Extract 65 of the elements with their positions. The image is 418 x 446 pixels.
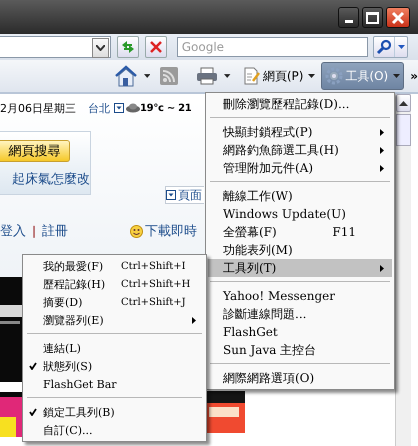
scroll-thumb[interactable] [396,114,411,146]
close-button[interactable] [386,7,410,28]
temperature-text: 19°c ~ 21 [140,102,192,114]
scrollbar[interactable] [395,94,411,446]
login-link[interactable]: 登入 [0,222,26,240]
close-icon [391,10,405,24]
caret-icon[interactable] [224,74,231,78]
page-menu-button[interactable]: 網頁(P) [238,62,320,90]
chevron-icon [96,45,106,51]
search-icon [376,39,392,55]
caret-icon [393,74,400,78]
menu-item[interactable]: 瀏覽器列(E) [25,311,204,329]
menu-item[interactable]: Windows Update(U) [208,205,392,223]
dropdown-button[interactable] [92,38,110,58]
menu-item[interactable]: 自訂(C)... [25,421,204,439]
up-arrow-icon[interactable] [399,100,408,106]
home-icon[interactable] [114,65,138,87]
menu-item[interactable]: 網際網路選項(O) [208,369,392,387]
refresh-button[interactable] [117,36,140,58]
register-link[interactable]: 註冊 [42,222,68,240]
menu-item[interactable]: 工具列(T) [208,259,392,277]
menu-item[interactable]: 歷程記錄(H) Ctrl+Shift+H [25,275,204,293]
web-search-button[interactable]: 網頁搜尋 [0,140,70,162]
page-dropdown-label: 頁面 [178,186,202,204]
dropdown-icon [166,190,176,200]
separator-text: | [32,224,36,238]
menu-item[interactable]: 我的最愛(F) Ctrl+Shift+I [25,257,204,275]
arrows-icon [120,40,136,54]
more-tools-button[interactable]: » [410,69,418,83]
menu-item[interactable]: Yahoo! Messenger [208,287,392,305]
menu-item[interactable]: 全螢幕(F) F11 [208,223,392,241]
page-dropdown[interactable]: 頁面 [165,186,204,204]
menu-item[interactable]: 快顯封鎖程式(P) [208,123,392,141]
menu-item[interactable]: 功能表列(M) [208,241,392,259]
menu-item[interactable]: FlashGet Bar [25,375,204,393]
menu-item[interactable]: 鎖定工具列(B) [25,403,204,421]
search-button[interactable] [373,36,408,58]
cloud-icon [126,103,140,113]
dropdown-icon[interactable] [114,103,124,113]
smiley-icon [130,224,144,238]
close-icon [150,41,162,53]
printer-icon[interactable] [196,67,218,85]
menu-item[interactable]: 刪除瀏覽歷程記錄(D)... [208,95,392,113]
stop-button[interactable] [145,36,167,58]
suggestion-link[interactable]: 起床氣怎麼改 [12,170,90,188]
minimize-button[interactable] [338,7,359,28]
menu-item[interactable]: 摘要(D) Ctrl+Shift+J [25,293,204,311]
caret-icon [308,74,316,78]
menu-item[interactable]: 狀態列(S) [25,357,204,375]
city-link[interactable]: 台北 [88,100,110,116]
search-field[interactable]: Google [176,37,368,57]
menu-item[interactable]: 離線工作(W) [208,187,392,205]
download-link[interactable]: 下載即時 [145,222,198,240]
menu-item[interactable]: FlashGet [208,323,392,341]
address-field[interactable] [0,36,112,58]
menu-item[interactable]: 連結(L) [25,339,204,357]
menu-item[interactable]: 網路釣魚篩選工具(H) [208,141,392,159]
maximize-button[interactable] [362,7,383,28]
document-icon [242,67,261,85]
date-text: 2月06日星期三 [0,100,76,116]
menu-item[interactable]: 管理附加元件(A) [208,159,392,177]
caret-icon[interactable] [144,74,150,78]
gear-icon [325,67,344,85]
menu-item[interactable]: Sun Java 主控台 [208,341,392,359]
menu-item[interactable]: 診斷連線問題... [208,305,392,323]
